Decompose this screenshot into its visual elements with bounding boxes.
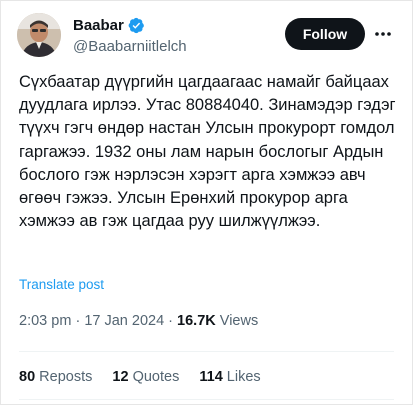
avatar[interactable] [17, 13, 61, 57]
divider [19, 351, 394, 352]
likes-label: Likes [226, 369, 261, 385]
views-label: Views [219, 313, 259, 329]
reposts-stat[interactable]: 80 Reposts [19, 369, 96, 385]
tweet-text: Сүхбаатар дүүргийн цагдаагаас намайг бай… [19, 73, 401, 231]
verified-badge-icon [128, 17, 145, 34]
follow-button[interactable]: Follow [285, 18, 365, 50]
quotes-label: Quotes [132, 369, 180, 385]
engagement-stats: 80 Reposts 12 Quotes 114 Likes [19, 369, 277, 385]
quotes-count: 12 [112, 369, 129, 385]
tweet-date[interactable]: 17 Jan 2024 [84, 313, 164, 329]
display-name[interactable]: Baabar [73, 17, 124, 34]
tweet-header: Baabar @Baabarniitlelch Follow [17, 13, 397, 57]
likes-count: 114 [199, 369, 223, 385]
reposts-label: Reposts [39, 369, 93, 385]
more-dots-icon[interactable] [373, 24, 393, 44]
tweet-meta: 2:03 pm · 17 Jan 2024 · 16.7K Views [19, 313, 258, 329]
display-name-row: Baabar [73, 15, 187, 35]
author-names: Baabar @Baabarniitlelch [73, 15, 187, 56]
meta-separator: · [168, 313, 174, 329]
divider [19, 399, 394, 400]
tweet-card: Baabar @Baabarniitlelch Follow Сүхбаатар… [0, 0, 413, 405]
reposts-count: 80 [19, 369, 36, 385]
views-count: 16.7K [177, 313, 216, 329]
handle[interactable]: @Baabarniitlelch [73, 38, 187, 55]
likes-stat[interactable]: 114 Likes [199, 369, 260, 385]
meta-separator: · [75, 313, 81, 329]
quotes-stat[interactable]: 12 Quotes [112, 369, 183, 385]
avatar-photo-icon [17, 13, 61, 57]
translate-post-link[interactable]: Translate post [19, 277, 104, 292]
tweet-time[interactable]: 2:03 pm [19, 313, 71, 329]
